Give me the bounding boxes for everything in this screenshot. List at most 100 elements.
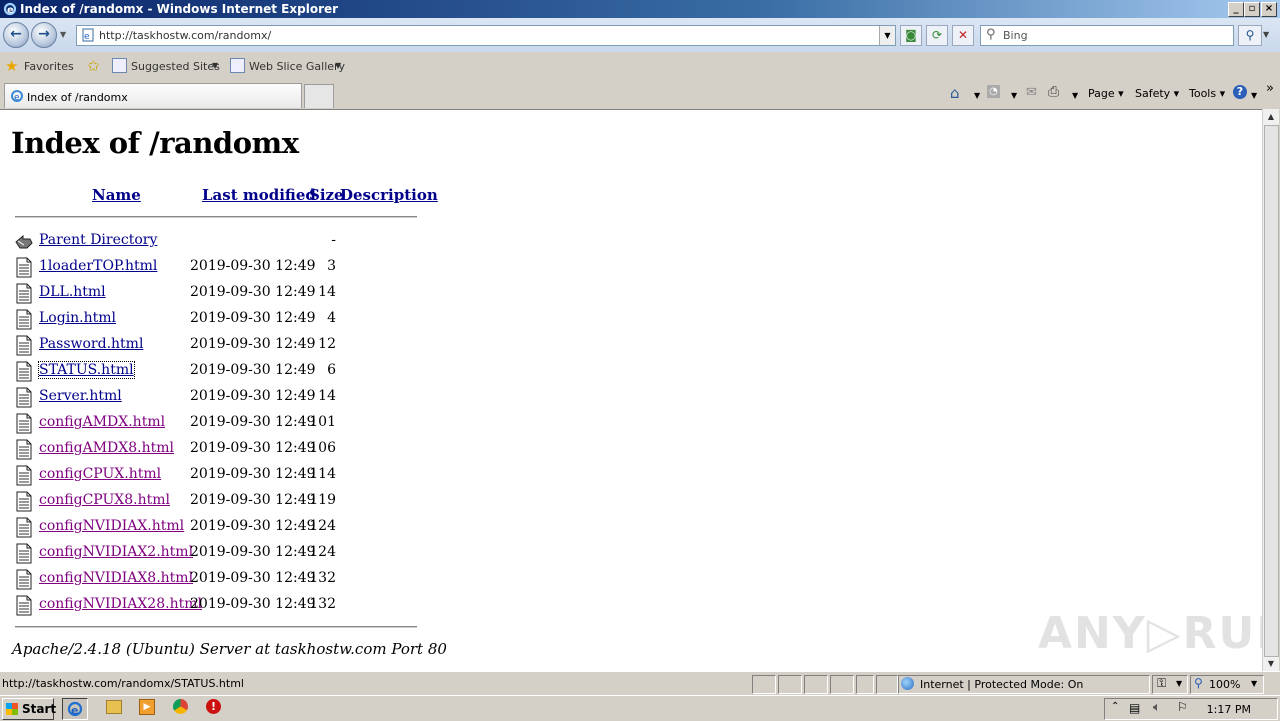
ie-logo-icon: e [3, 2, 17, 16]
tab-active[interactable]: e Index of /randomx [4, 83, 302, 108]
file-link[interactable]: configNVIDIAX2.html [39, 544, 193, 560]
zoom-control[interactable]: ⚲ 100% ▼ [1190, 675, 1264, 694]
taskbar-ie-window[interactable]: e [62, 698, 88, 720]
zone-text: Internet | Protected Mode: On [920, 678, 1084, 691]
forward-button[interactable]: → [31, 22, 57, 48]
address-dropdown[interactable]: ▼ [879, 26, 895, 45]
file-row: Password.html 2019-09-30 12:49 12 [0, 335, 430, 362]
file-link[interactable]: configNVIDIAX.html [39, 518, 184, 534]
file-link[interactable]: Server.html [39, 388, 122, 404]
parent-directory-link[interactable]: Parent Directory [39, 232, 157, 248]
file-icon [16, 595, 32, 616]
file-icon [16, 335, 32, 356]
add-favorite-icon[interactable]: ✩ [87, 57, 100, 75]
svg-text:e: e [71, 704, 78, 717]
network-icon[interactable]: ▤ [1129, 701, 1140, 715]
web-slice-dropdown-icon[interactable]: ▼ [335, 61, 341, 70]
search-box[interactable]: ⚲ Bing [980, 25, 1234, 46]
file-link[interactable]: configNVIDIAX28.html [39, 596, 202, 612]
file-link[interactable]: Password.html [39, 336, 143, 352]
scroll-down-icon[interactable]: ▼ [1263, 656, 1279, 671]
file-row: 1loaderTOP.html 2019-09-30 12:49 3 [0, 257, 430, 284]
refresh-button[interactable]: ⟳ [926, 25, 948, 46]
page-menu-label: Page [1088, 87, 1115, 100]
media-player-icon[interactable]: ▶ [139, 699, 155, 715]
chrome-icon[interactable] [173, 699, 188, 714]
home-icon[interactable]: ⌂ [950, 84, 960, 102]
suggested-sites-link[interactable]: Suggested Sites [131, 60, 220, 73]
file-link[interactable]: configAMDX8.html [39, 440, 174, 456]
compatibility-view-button[interactable]: ◙ [900, 25, 922, 46]
file-link[interactable]: configCPUX.html [39, 466, 161, 482]
security-app-icon[interactable]: ! [206, 699, 221, 714]
tab-label: Index of /randomx [27, 91, 128, 104]
recent-pages-dropdown[interactable]: ▼ [60, 30, 66, 39]
stop-icon: ✕ [957, 28, 969, 42]
vertical-scrollbar[interactable]: ▲ ▼ [1262, 109, 1279, 671]
file-link[interactable]: configNVIDIAX8.html [39, 570, 193, 586]
column-description-link[interactable]: Description [340, 186, 438, 204]
file-icon [16, 569, 32, 590]
address-bar[interactable]: e http://taskhostw.com/randomx/ ▼ [76, 25, 896, 46]
web-slice-icon [230, 58, 245, 73]
stop-button[interactable]: ✕ [952, 25, 974, 46]
file-link[interactable]: Login.html [39, 310, 116, 326]
new-tab-button[interactable] [304, 84, 334, 108]
favorites-button[interactable]: Favorites [24, 60, 74, 73]
tools-menu[interactable]: Tools ▾ [1189, 87, 1225, 100]
file-icon [16, 413, 32, 434]
safety-menu[interactable]: Safety ▾ [1135, 87, 1179, 100]
clock[interactable]: 1:17 PM [1207, 703, 1251, 716]
refresh-icon: ⟳ [931, 28, 943, 42]
flag-icon[interactable]: ⚐ [1177, 700, 1188, 714]
server-signature: Apache/2.4.18 (Ubuntu) Server at taskhos… [12, 640, 447, 658]
search-options-dropdown[interactable]: ▼ [1263, 30, 1269, 39]
search-button[interactable]: ⚲ [1238, 25, 1262, 46]
help-icon[interactable]: ? [1233, 85, 1247, 99]
parent-directory-row: Parent Directory - [0, 232, 430, 258]
file-link[interactable]: configAMDX.html [39, 414, 165, 430]
help-dropdown-icon[interactable]: ▼ [1251, 91, 1257, 100]
file-link[interactable]: 1loaderTOP.html [39, 258, 157, 274]
restore-button[interactable]: ▫ [1244, 2, 1260, 17]
print-icon[interactable]: ⎙ [1048, 84, 1059, 100]
tray-expand-icon[interactable]: ⌃ [1111, 701, 1119, 712]
page-menu[interactable]: Page ▾ [1088, 87, 1124, 100]
mail-icon[interactable]: ✉ [1026, 85, 1037, 100]
navigation-bar: ← → ▼ e http://taskhostw.com/randomx/ ▼ … [0, 18, 1280, 52]
back-button[interactable]: ← [3, 22, 29, 48]
status-cell [778, 675, 802, 694]
protected-dropdown-icon: ▼ [1176, 679, 1183, 688]
start-button[interactable]: Start [2, 698, 56, 720]
volume-icon[interactable]: 🔈︎ [1153, 700, 1161, 715]
close-button[interactable]: × [1261, 2, 1277, 17]
protected-mode-cell[interactable]: ⚿ ▼ [1152, 675, 1188, 694]
file-modified: 2019-09-30 12:49 [190, 362, 316, 378]
explorer-folder-icon[interactable] [106, 700, 122, 714]
search-placeholder[interactable]: Bing [1003, 29, 1028, 42]
feeds-dropdown-icon[interactable]: ▼ [1011, 91, 1017, 100]
minimize-button[interactable]: _ [1228, 2, 1244, 17]
file-link[interactable]: DLL.html [39, 284, 106, 300]
print-dropdown-icon[interactable]: ▼ [1072, 91, 1078, 100]
favorites-bar: ★ Favorites ✩ Suggested Sites ▼ Web Slic… [0, 52, 1280, 82]
back-arrow-icon: ← [10, 26, 22, 42]
scroll-thumb[interactable] [1264, 125, 1279, 657]
column-name-link[interactable]: Name [92, 186, 141, 204]
address-text[interactable]: http://taskhostw.com/randomx/ [99, 29, 271, 42]
chevron-more-icon[interactable]: » [1266, 81, 1274, 96]
feeds-icon[interactable]: ◔ [987, 85, 1000, 98]
divider-top [15, 216, 417, 218]
suggested-sites-dropdown-icon[interactable]: ▼ [212, 61, 218, 70]
column-last-modified-link[interactable]: Last modified [202, 186, 316, 204]
file-link[interactable]: STATUS.html [38, 361, 135, 379]
scroll-up-icon[interactable]: ▲ [1263, 109, 1279, 124]
home-dropdown-icon[interactable]: ▼ [974, 91, 980, 100]
file-link[interactable]: configCPUX8.html [39, 492, 170, 508]
file-icon [16, 309, 32, 330]
file-row: configAMDX.html 2019-09-30 12:49 101 [0, 413, 430, 440]
web-slice-gallery-link[interactable]: Web Slice Gallery [249, 60, 345, 73]
column-size-link[interactable]: Size [309, 186, 344, 204]
taskbar: Start e ▶ ! ⌃ ▤ 🔈︎ ⚐ 1:17 PM [0, 695, 1280, 721]
security-zone[interactable]: Internet | Protected Mode: On [898, 675, 1150, 694]
